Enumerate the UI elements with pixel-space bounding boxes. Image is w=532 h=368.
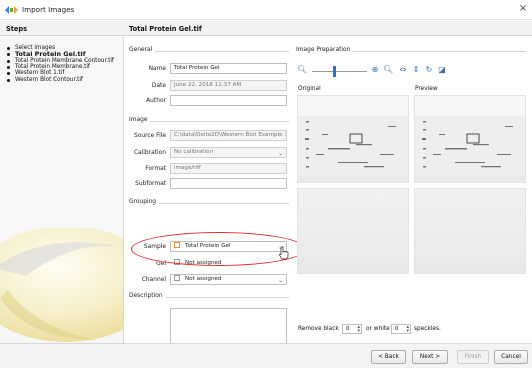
- header-strip: [0, 21, 532, 36]
- flip-horizontal-icon[interactable]: ⇔: [398, 65, 408, 74]
- name-field[interactable]: Total Protein Gel: [170, 63, 287, 74]
- remove-black-value: 0: [346, 326, 350, 332]
- zoom-in-icon[interactable]: ⊕: [370, 65, 380, 74]
- zoom-slider-track[interactable]: [312, 71, 367, 72]
- date-label: Date: [151, 83, 166, 89]
- sample-label: Sample: [143, 244, 166, 250]
- zoom-slider-thumb[interactable]: [333, 66, 336, 77]
- gel-value: Not assigned: [185, 260, 222, 266]
- back-button[interactable]: < Back: [371, 350, 406, 364]
- author-field[interactable]: [170, 95, 287, 106]
- channel-value: Not assigned: [185, 276, 222, 282]
- name-label: Name: [148, 66, 166, 72]
- rotate-icon[interactable]: ↻: [424, 65, 434, 74]
- gel-select[interactable]: Not assigned: [170, 258, 287, 269]
- file-header: Total Protein Gel.tif: [129, 25, 202, 33]
- image-prep-section-title: Image Preparation: [296, 47, 354, 53]
- steps-list: Select images Total Protein Gel.tif Tota…: [5, 45, 123, 83]
- gel-image: [298, 96, 408, 182]
- sample-color-swatch: [174, 242, 180, 248]
- gel-color-swatch: [174, 259, 180, 265]
- preview-label: Preview: [415, 86, 438, 92]
- remove-black-label: Remove black: [298, 326, 339, 332]
- cancel-button[interactable]: Cancel: [494, 350, 528, 364]
- steps-header: Steps: [6, 25, 28, 33]
- channel-color-swatch: [174, 275, 180, 281]
- gel-label: Gel: [156, 261, 166, 267]
- preview-image-2[interactable]: [414, 188, 526, 274]
- author-label: Author: [146, 98, 166, 104]
- button-bar: [0, 344, 532, 368]
- app-icon: [5, 6, 18, 14]
- next-button[interactable]: Next >: [412, 350, 448, 364]
- step-item-western-blot-contour: Western Blot Contour.tif: [5, 77, 123, 83]
- speckles-label: speckles.: [414, 326, 441, 332]
- crop-icon[interactable]: ◪: [437, 65, 447, 74]
- chevron-down-icon: ⌄: [277, 277, 283, 284]
- gel-preview-image: [415, 96, 525, 182]
- white-value: 0: [395, 326, 399, 332]
- original-image-2[interactable]: [297, 188, 409, 274]
- remove-black-spinner[interactable]: 0 ▴ ▾: [342, 324, 362, 334]
- zoom-fit-icon[interactable]: 🔍︎: [383, 65, 393, 74]
- original-label: Original: [298, 86, 321, 92]
- grouping-section-title: Grouping: [129, 199, 160, 205]
- window-title: Import Images: [22, 5, 75, 14]
- white-spinner[interactable]: 0 ▴ ▾: [391, 324, 411, 334]
- zoom-out-icon[interactable]: 🔍︎: [297, 65, 307, 74]
- subformat-label: Subformat: [135, 181, 166, 187]
- image-section-title: Image: [129, 117, 151, 123]
- calibration-select: No calibration ⌄: [170, 147, 287, 158]
- description-section-title: Description: [129, 293, 166, 299]
- chevron-down-icon: ⌄: [277, 150, 283, 157]
- calibration-value: No calibration: [174, 149, 213, 155]
- channel-label: Channel: [141, 277, 166, 283]
- step-item-current: Total Protein Gel.tif: [5, 51, 123, 58]
- channel-select[interactable]: Not assigned ⌄: [170, 274, 287, 285]
- format-label: Format: [145, 166, 166, 172]
- sample-select[interactable]: Total Protein Gel ⌄: [170, 241, 287, 252]
- spinner-arrows-icon: ▴ ▾: [357, 324, 360, 334]
- original-image[interactable]: [297, 95, 409, 183]
- finish-button: Finish: [457, 350, 489, 364]
- decorative-shape: [0, 228, 123, 342]
- spinner-arrows-icon: ▴ ▾: [406, 324, 409, 334]
- subformat-field[interactable]: [170, 178, 287, 189]
- date-field: June 22, 2018 11:37 AM: [170, 80, 287, 91]
- general-section-title: General: [129, 47, 156, 53]
- calibration-label: Calibration: [133, 150, 166, 156]
- source-file-field: C:\data\Delta2D\Western Blot Example 1: [170, 130, 287, 141]
- source-file-label: Source File: [134, 133, 166, 139]
- or-white-label: or white: [366, 326, 390, 332]
- format-field: image/tiff: [170, 163, 287, 174]
- image-divider: [129, 121, 289, 122]
- hand-cursor-icon: [279, 246, 289, 260]
- title-bar: [0, 0, 532, 20]
- close-button[interactable]: ×: [517, 3, 529, 15]
- flip-vertical-icon[interactable]: ⇕: [411, 65, 421, 74]
- preview-image[interactable]: [414, 95, 526, 183]
- sample-value: Total Protein Gel: [185, 243, 231, 249]
